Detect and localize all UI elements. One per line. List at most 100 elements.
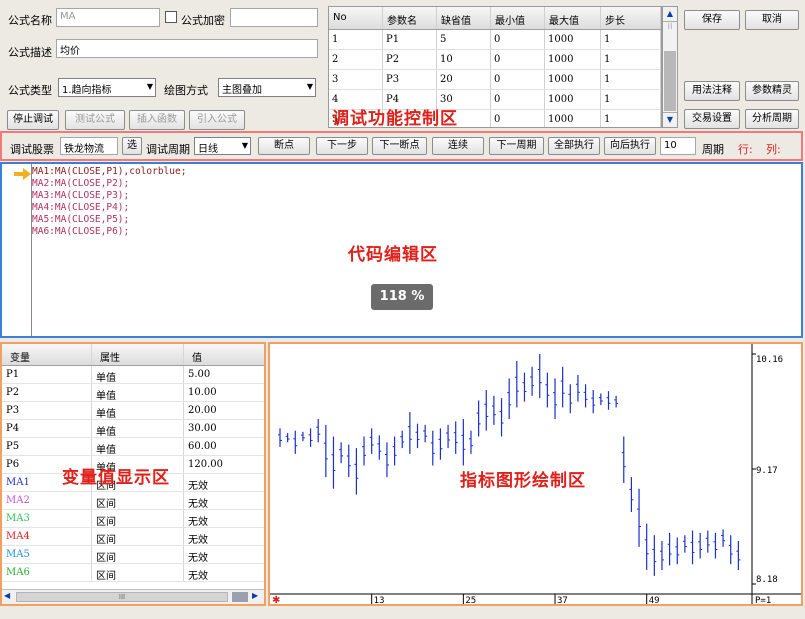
column-header[interactable]: 值 — [184, 344, 256, 365]
debug-period-select[interactable]: 日线 ▼ — [194, 137, 251, 155]
step-button[interactable]: 下一步 — [316, 137, 368, 155]
table-row[interactable]: 3 P3 20 0 1000 1 — [329, 70, 661, 90]
column-header[interactable]: 最大值 — [545, 7, 601, 29]
table-cell[interactable]: 单值 — [92, 384, 184, 401]
run-all-button[interactable]: 全部执行 — [548, 137, 600, 155]
cancel-button[interactable]: 取消 — [745, 10, 799, 30]
draw-mode-select[interactable]: 主图叠加 ▼ — [218, 78, 316, 97]
code-lines[interactable]: MA1:MA(CLOSE,P1),colorblue; MA2:MA(CLOSE,… — [32, 166, 186, 238]
table-cell[interactable]: P2 — [2, 384, 92, 401]
table-cell[interactable]: 120.00 — [184, 456, 256, 473]
table-cell[interactable]: P2 — [383, 50, 437, 69]
period-count-input[interactable]: 10 — [660, 137, 696, 155]
table-cell[interactable]: 单值 — [92, 366, 184, 383]
table-row[interactable]: P1 单值 5.00 — [2, 366, 264, 384]
editor-gutter[interactable] — [7, 164, 32, 336]
table-cell[interactable]: MA6 — [2, 564, 92, 581]
column-header[interactable]: 属性 — [92, 344, 184, 365]
next-breakpoint-button[interactable]: 下一断点 — [372, 137, 427, 155]
table-cell[interactable]: 20 — [437, 70, 491, 89]
table-cell[interactable]: 单值 — [92, 420, 184, 437]
table-cell[interactable]: P3 — [2, 402, 92, 419]
table-cell[interactable]: 5 — [437, 30, 491, 49]
next-period-button[interactable]: 下一周期 — [489, 137, 544, 155]
table-cell[interactable]: P1 — [383, 30, 437, 49]
table-cell[interactable]: 区间 — [92, 546, 184, 563]
table-cell[interactable]: 单值 — [92, 402, 184, 419]
table-cell[interactable]: 0 — [491, 30, 545, 49]
formula-desc-input[interactable]: 均价 — [56, 39, 318, 58]
table-row[interactable]: MA5 区间 无效 — [2, 546, 264, 564]
table-row[interactable]: 2 P2 10 0 1000 1 — [329, 50, 661, 70]
code-line[interactable]: MA5:MA(CLOSE,P5); — [32, 214, 186, 226]
column-header[interactable]: 步长 — [601, 7, 661, 29]
scroll-thumb[interactable]: III — [16, 592, 228, 602]
table-cell[interactable]: 1000 — [545, 90, 601, 109]
table-cell[interactable]: 区间 — [92, 510, 184, 527]
usage-notes-button[interactable]: 用法注释 — [684, 81, 740, 101]
column-header[interactable]: 最小值 — [491, 7, 545, 29]
table-cell[interactable]: 5.00 — [184, 366, 256, 383]
column-header[interactable]: 缺省值 — [437, 7, 491, 29]
table-cell[interactable]: 1000 — [545, 30, 601, 49]
table-cell[interactable]: P3 — [383, 70, 437, 89]
table-cell[interactable]: 单值 — [92, 438, 184, 455]
stop-debug-button[interactable]: 停止调试 — [7, 110, 59, 130]
table-cell[interactable]: 无效 — [184, 474, 256, 491]
table-cell[interactable]: 3 — [329, 70, 383, 89]
scroll-up-icon[interactable]: ▲ — [663, 7, 677, 22]
test-formula-button[interactable]: 测试公式 — [65, 110, 125, 130]
table-cell[interactable]: 1 — [329, 30, 383, 49]
table-cell[interactable]: 10.00 — [184, 384, 256, 401]
analyze-period-button[interactable]: 分析周期 — [745, 109, 799, 129]
table-cell[interactable]: 2 — [329, 50, 383, 69]
table-cell[interactable]: 20.00 — [184, 402, 256, 419]
table-cell[interactable]: 1 — [601, 30, 661, 49]
table-cell[interactable]: MA4 — [2, 528, 92, 545]
column-header[interactable]: No — [329, 7, 383, 29]
table-cell[interactable]: 1000 — [545, 110, 601, 127]
table-row[interactable]: P2 单值 10.00 — [2, 384, 264, 402]
insert-function-button[interactable]: 插入函数 — [129, 110, 185, 130]
table-row[interactable]: P5 单值 60.00 — [2, 438, 264, 456]
table-cell[interactable]: 0 — [491, 50, 545, 69]
save-button[interactable]: 保存 — [684, 10, 740, 30]
table-cell[interactable]: 无效 — [184, 510, 256, 527]
table-cell[interactable]: 10 — [437, 50, 491, 69]
formula-type-select[interactable]: 1.趋向指标 ▼ — [58, 78, 156, 97]
scroll-right-icon[interactable]: ▶ — [252, 591, 258, 600]
table-cell[interactable]: 无效 — [184, 528, 256, 545]
table-cell[interactable]: 0 — [491, 70, 545, 89]
formula-name-input[interactable]: MA — [56, 8, 160, 27]
encrypt-password-input[interactable] — [230, 8, 318, 27]
table-row[interactable]: MA3 区间 无效 — [2, 510, 264, 528]
table-row[interactable]: MA6 区间 无效 — [2, 564, 264, 582]
import-formula-button[interactable]: 引入公式 — [189, 110, 245, 130]
table-cell[interactable]: 1000 — [545, 70, 601, 89]
code-line[interactable]: MA4:MA(CLOSE,P4); — [32, 202, 186, 214]
select-stock-button[interactable]: 选 — [122, 137, 142, 155]
scroll-thumb[interactable] — [664, 51, 676, 111]
debug-stock-input[interactable]: 铁龙物流 — [60, 137, 118, 155]
table-cell[interactable]: 区间 — [92, 564, 184, 581]
run-backward-button[interactable]: 向后执行 — [604, 137, 656, 155]
table-cell[interactable]: 区间 — [92, 492, 184, 509]
table-cell[interactable]: 1 — [601, 110, 661, 127]
table-cell[interactable]: 1 — [601, 70, 661, 89]
table-cell[interactable]: MA5 — [2, 546, 92, 563]
code-line[interactable]: MA3:MA(CLOSE,P3); — [32, 190, 186, 202]
table-cell[interactable]: 30.00 — [184, 420, 256, 437]
code-line[interactable]: MA1:MA(CLOSE,P1),colorblue; — [32, 166, 186, 178]
table-cell[interactable]: P4 — [2, 420, 92, 437]
table-cell[interactable]: MA3 — [2, 510, 92, 527]
scroll-down-icon[interactable]: ▼ — [663, 112, 677, 127]
table-cell[interactable]: 0 — [491, 90, 545, 109]
trade-settings-button[interactable]: 交易设置 — [684, 109, 740, 129]
table-cell[interactable]: 无效 — [184, 564, 256, 581]
table-cell[interactable]: 区间 — [92, 528, 184, 545]
table-row[interactable]: P3 单值 20.00 — [2, 402, 264, 420]
column-header[interactable]: 参数名 — [383, 7, 437, 29]
param-wizard-button[interactable]: 参数精灵 — [745, 81, 799, 101]
table-cell[interactable]: P1 — [2, 366, 92, 383]
continue-button[interactable]: 连续 — [432, 137, 484, 155]
